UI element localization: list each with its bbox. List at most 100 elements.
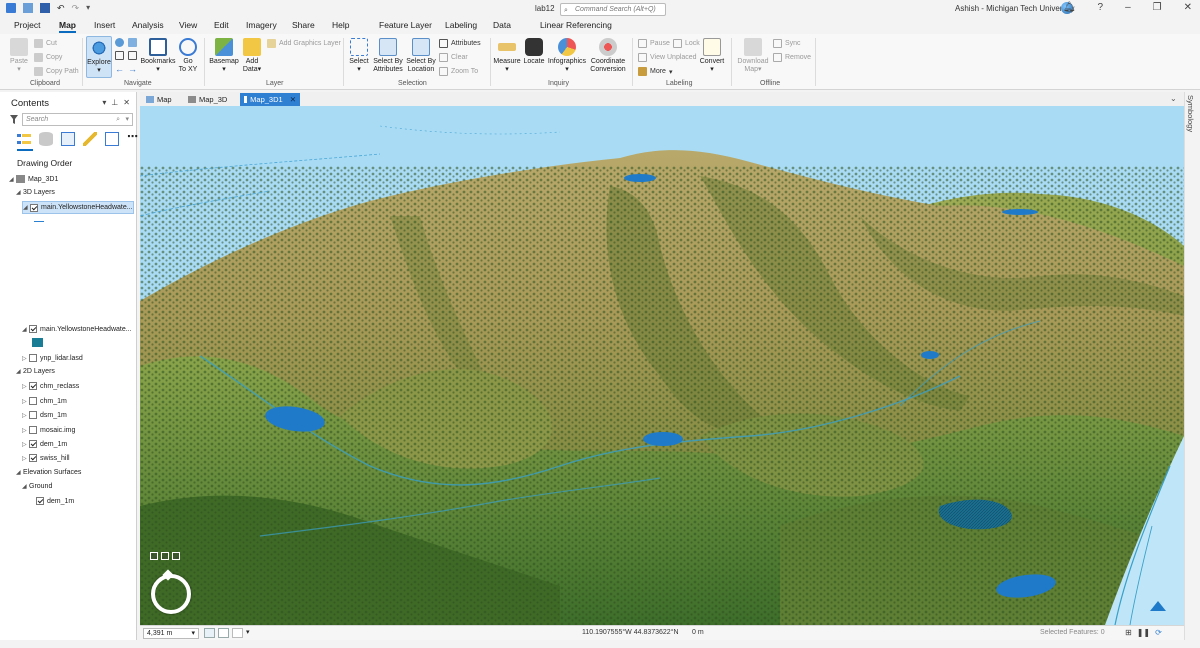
layer-item[interactable]: ▷ dsm_1m bbox=[22, 411, 67, 419]
pause-drawing-icon[interactable]: ❚❚ bbox=[1137, 628, 1150, 637]
chevron-down-icon[interactable]: ▾ bbox=[125, 114, 129, 125]
table-icon[interactable]: ⊞ bbox=[1125, 628, 1132, 637]
tab-help[interactable]: Help bbox=[332, 20, 349, 30]
collapse-icon[interactable]: ◢ bbox=[16, 189, 23, 196]
tab-labeling[interactable]: Labeling bbox=[445, 20, 477, 30]
project-icon[interactable] bbox=[6, 3, 16, 13]
fixed-scale-icon[interactable] bbox=[204, 628, 215, 638]
notifications-icon[interactable]: 🔔︎ bbox=[1063, 2, 1076, 13]
full-navigator-icon[interactable] bbox=[161, 552, 169, 560]
tab-data[interactable]: Data bbox=[493, 20, 511, 30]
lock-labels-button[interactable]: Lock bbox=[673, 39, 700, 48]
close-tab-icon[interactable]: ✕ bbox=[290, 94, 296, 106]
filter-icon[interactable] bbox=[10, 115, 18, 124]
polygon-symbol[interactable] bbox=[32, 338, 43, 347]
explore-button[interactable]: Explore ▾ bbox=[86, 36, 112, 78]
coordinate-conversion-button[interactable]: Coordinate Conversion bbox=[588, 38, 628, 74]
pane-options-icon[interactable]: ▾ bbox=[102, 98, 106, 107]
forward-arrow-icon[interactable]: → bbox=[128, 64, 137, 74]
list-by-data-source-icon[interactable] bbox=[39, 132, 53, 146]
layer-item[interactable]: ▷ swiss_hill bbox=[22, 454, 70, 462]
add-data-button[interactable]: Add Data▾ bbox=[240, 38, 264, 74]
download-map-button[interactable]: Download Map▾ bbox=[735, 38, 771, 74]
navigator-ring-icon[interactable] bbox=[151, 574, 191, 614]
contents-search-input[interactable]: Search ⌕ ▾ bbox=[22, 113, 133, 126]
ground-surface[interactable]: ◢ Ground bbox=[22, 483, 52, 490]
layer-visibility-checkbox[interactable] bbox=[29, 354, 37, 362]
layer-item[interactable]: ◢ main.YellowstoneHeadwate... bbox=[22, 201, 134, 214]
tab-linear-referencing[interactable]: Linear Referencing bbox=[540, 20, 612, 30]
fixed-zoom-icon[interactable] bbox=[128, 38, 137, 47]
expand-icon[interactable]: ▷ bbox=[22, 383, 29, 390]
collapse-icon[interactable]: ◢ bbox=[22, 483, 29, 490]
heads-up-icon[interactable] bbox=[172, 552, 180, 560]
selected-features-count[interactable]: Selected Features: 0 bbox=[1040, 629, 1105, 636]
group-elevation-surfaces[interactable]: ◢ Elevation Surfaces bbox=[16, 469, 81, 476]
expand-icon[interactable]: ▷ bbox=[22, 427, 29, 434]
layer-visibility-checkbox[interactable] bbox=[30, 203, 38, 212]
grid-icon[interactable] bbox=[218, 628, 229, 638]
layer-visibility-checkbox[interactable] bbox=[29, 411, 37, 419]
layer-item[interactable]: ▷ mosaic.img bbox=[22, 426, 75, 434]
snap-icon[interactable] bbox=[232, 628, 243, 638]
layer-visibility-checkbox[interactable] bbox=[29, 325, 37, 333]
zoom-out-icon[interactable] bbox=[128, 51, 137, 60]
attributes-button[interactable]: Attributes bbox=[439, 39, 481, 48]
tab-analysis[interactable]: Analysis bbox=[132, 20, 164, 30]
measure-button[interactable]: Measure ▾ bbox=[492, 38, 522, 74]
save-icon[interactable] bbox=[40, 3, 50, 13]
undo-icon[interactable]: ↶ bbox=[57, 3, 65, 14]
open-icon[interactable] bbox=[23, 3, 33, 13]
collapse-icon[interactable]: ◢ bbox=[23, 204, 30, 211]
command-search-input[interactable]: ⌕ Command Search (Alt+Q) bbox=[560, 3, 666, 16]
view-tab-map-3d1[interactable]: Map_3D1 ✕ bbox=[240, 93, 300, 106]
zoom-to-selection-button[interactable]: Zoom To bbox=[439, 67, 478, 76]
tab-view[interactable]: View bbox=[179, 20, 197, 30]
symbology-pane-tab[interactable]: Symbology bbox=[1186, 95, 1195, 132]
tab-imagery[interactable]: Imagery bbox=[246, 20, 277, 30]
sync-button[interactable]: Sync bbox=[773, 39, 801, 48]
layer-visibility-checkbox[interactable] bbox=[36, 497, 44, 505]
back-arrow-icon[interactable]: ← bbox=[115, 64, 124, 74]
tab-insert[interactable]: Insert bbox=[94, 20, 115, 30]
tab-map[interactable]: Map bbox=[59, 20, 76, 33]
expand-icon[interactable]: ▷ bbox=[22, 441, 29, 448]
basemap-button[interactable]: Basemap ▾ bbox=[208, 38, 240, 74]
tab-project[interactable]: Project bbox=[14, 20, 40, 30]
scale-dropdown[interactable]: 4,391 m ▾ bbox=[143, 628, 199, 639]
redo-icon[interactable]: ↷ bbox=[72, 3, 80, 14]
copy-path-button[interactable]: Copy Path bbox=[34, 67, 79, 76]
expand-navigator-icon[interactable] bbox=[150, 552, 158, 560]
cut-button[interactable]: Cut bbox=[34, 39, 57, 48]
close-pane-icon[interactable]: ✕ bbox=[123, 98, 130, 107]
more-options-icon[interactable]: ⋯ bbox=[127, 132, 141, 146]
minimize-button[interactable]: – bbox=[1125, 2, 1131, 13]
restore-button[interactable]: ❐ bbox=[1153, 2, 1162, 13]
expand-icon[interactable]: ▷ bbox=[22, 455, 29, 462]
add-graphics-layer-button[interactable]: Add Graphics Layer bbox=[267, 39, 341, 48]
pause-labeling-button[interactable]: Pause bbox=[638, 39, 670, 48]
clear-selection-button[interactable]: Clear bbox=[439, 53, 468, 62]
map-node[interactable]: ◢ Map_3D1 bbox=[9, 175, 58, 183]
chevron-down-icon[interactable]: ▾ bbox=[246, 628, 250, 638]
more-labeling-button[interactable]: More ▾ bbox=[638, 67, 672, 76]
collapse-icon[interactable]: ◢ bbox=[22, 326, 29, 333]
select-button[interactable]: Select ▾ bbox=[347, 38, 371, 74]
group-3d-layers[interactable]: ◢ 3D Layers bbox=[16, 189, 55, 196]
layer-visibility-checkbox[interactable] bbox=[29, 454, 37, 462]
zoom-in-icon[interactable] bbox=[115, 51, 124, 60]
view-unplaced-button[interactable]: View Unplaced bbox=[638, 53, 697, 62]
layer-visibility-checkbox[interactable] bbox=[29, 440, 37, 448]
layer-item[interactable]: ▷ chm_1m bbox=[22, 397, 67, 405]
help-button[interactable]: ? bbox=[1098, 2, 1104, 13]
convert-labels-button[interactable]: Convert ▾ bbox=[699, 38, 725, 74]
close-button[interactable]: ✕ bbox=[1184, 2, 1192, 13]
chevron-down-icon[interactable]: ▾ bbox=[191, 629, 195, 638]
list-by-snapping-icon[interactable] bbox=[105, 132, 119, 146]
expand-icon[interactable]: ▷ bbox=[22, 412, 29, 419]
layer-visibility-checkbox[interactable] bbox=[29, 382, 37, 390]
layer-visibility-checkbox[interactable] bbox=[29, 397, 37, 405]
list-by-selection-icon[interactable] bbox=[61, 132, 75, 146]
refresh-icon[interactable]: ⟳ bbox=[1155, 628, 1162, 637]
customize-qat-icon[interactable]: ▾ bbox=[86, 3, 90, 14]
